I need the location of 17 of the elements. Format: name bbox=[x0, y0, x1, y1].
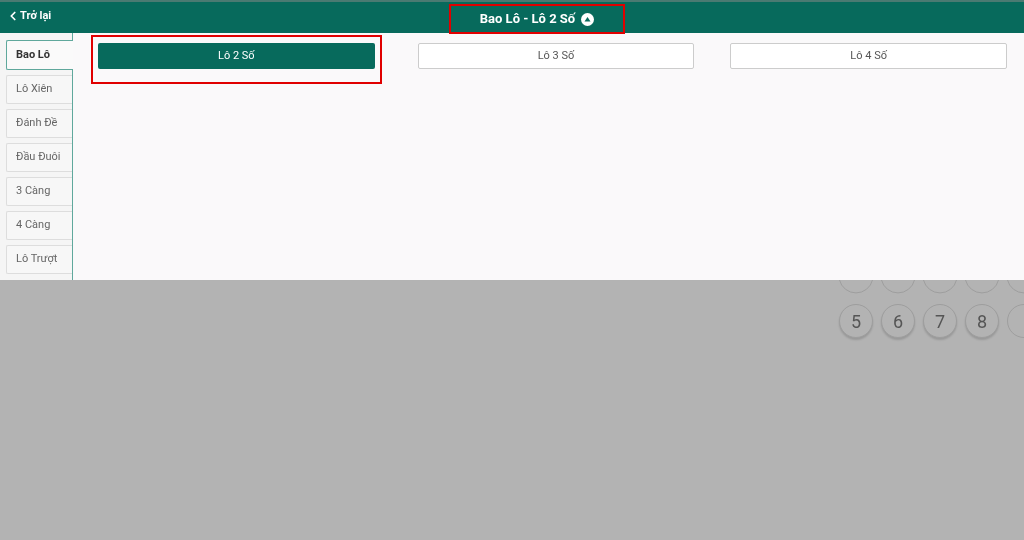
caret-up-icon[interactable] bbox=[581, 12, 595, 26]
sidebar-tab[interactable]: Đầu Đuôi bbox=[6, 143, 72, 172]
sidebar-tab[interactable]: Bao Lô bbox=[6, 40, 73, 70]
back-button[interactable]: Trở lại bbox=[6, 8, 52, 25]
option-button[interactable]: Lô 4 Số bbox=[730, 43, 1007, 70]
option-button[interactable]: Lô 3 Số bbox=[417, 43, 695, 70]
digit-key[interactable]: 7 bbox=[923, 304, 957, 338]
option-button[interactable]: Lô 2 Số bbox=[98, 43, 375, 70]
window-title: Bao Lô - Lô 2 Số bbox=[479, 10, 576, 29]
sidebar-tab[interactable]: Đánh Đề bbox=[6, 109, 72, 138]
digit-key[interactable]: 6 bbox=[881, 304, 915, 338]
digit-key[interactable]: 5 bbox=[839, 304, 873, 338]
sidebar-tab[interactable]: 3 Càng bbox=[6, 177, 72, 206]
sidebar-tab[interactable]: Lô Trượt bbox=[6, 245, 72, 274]
sidebar-tab[interactable]: Lô Xiên bbox=[6, 75, 72, 104]
sidebar-tab[interactable]: 4 Càng bbox=[6, 211, 72, 240]
digit-key[interactable]: 8 bbox=[965, 304, 999, 338]
